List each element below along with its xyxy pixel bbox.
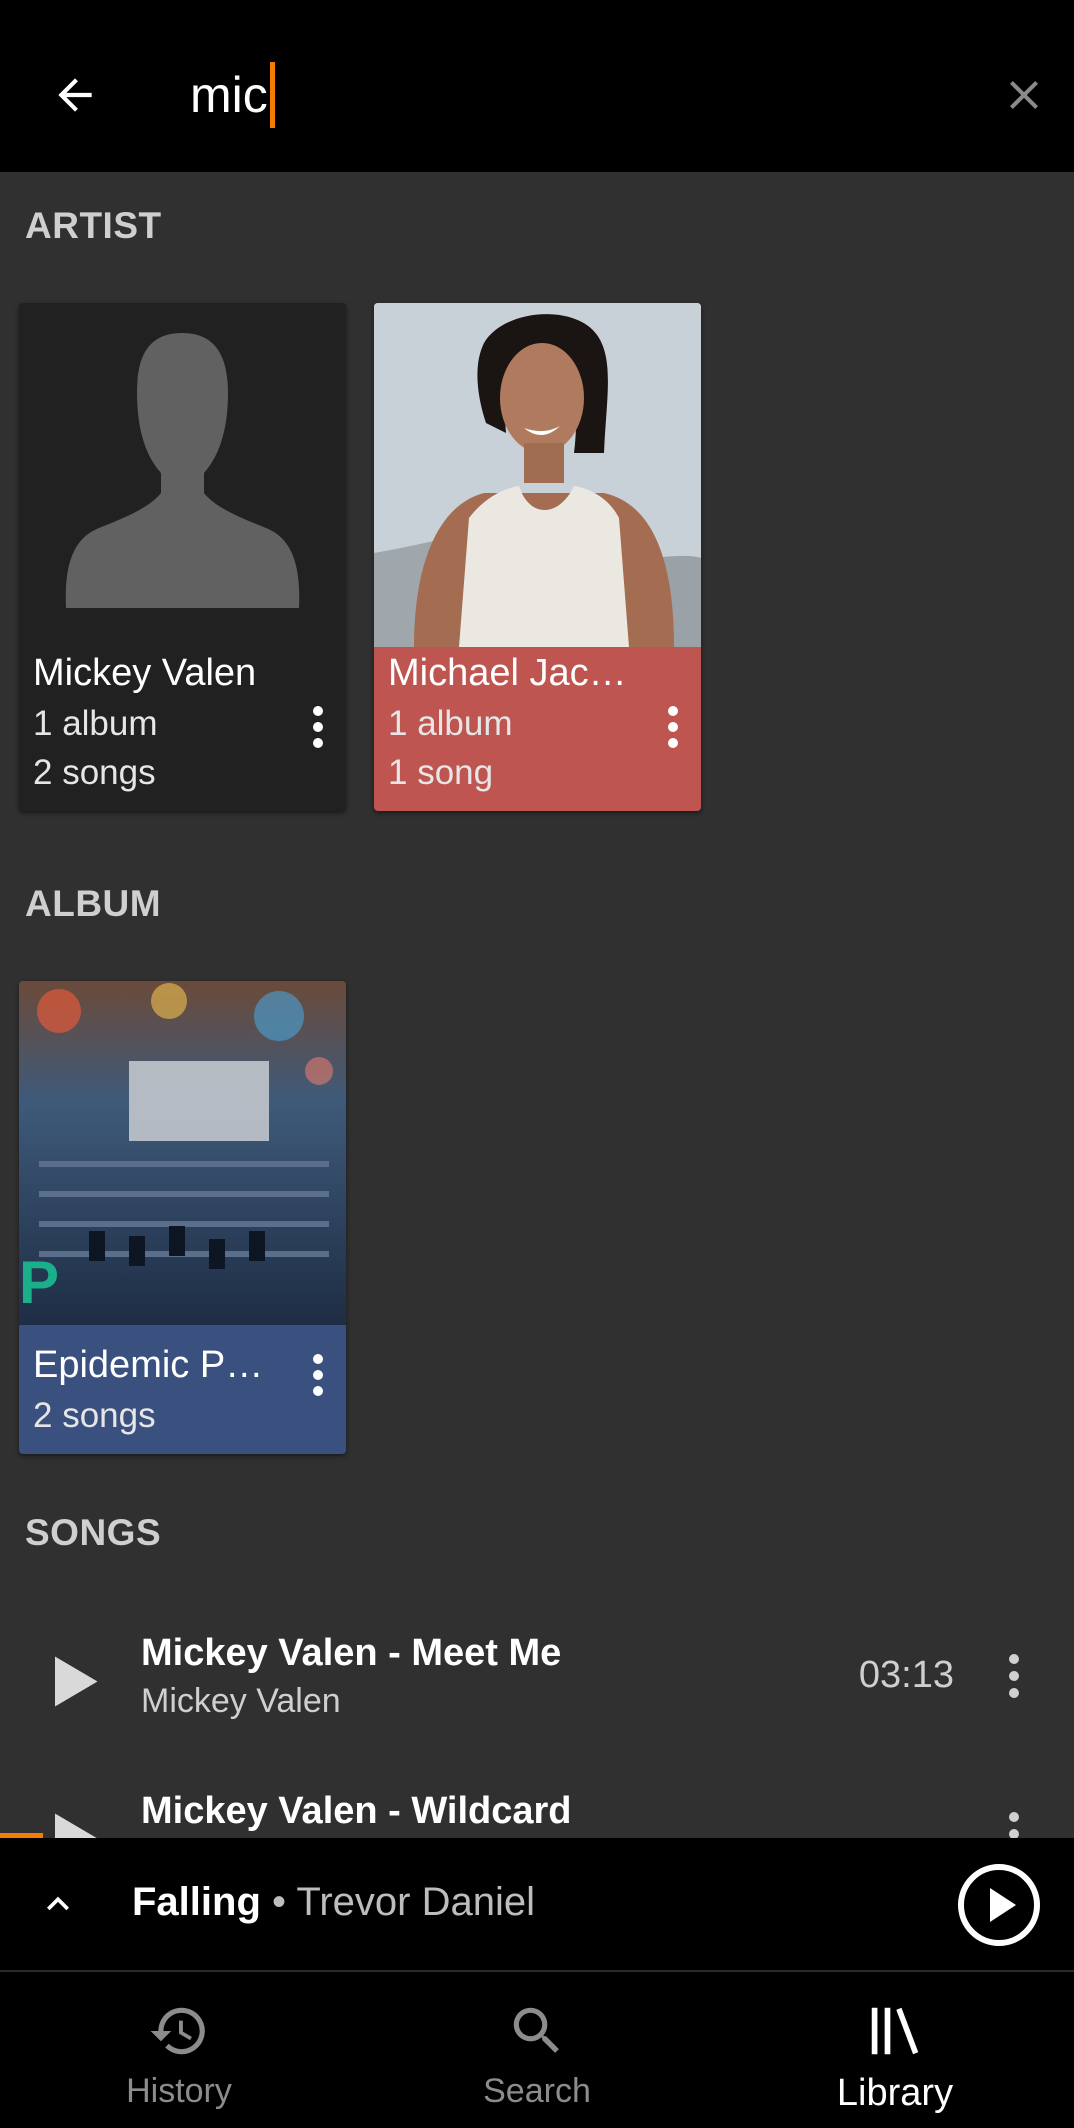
artist-card-mickey-valen[interactable]: Mickey Valen 1 album 2 songs: [19, 303, 346, 811]
more-options-button[interactable]: [298, 697, 338, 757]
section-title-artist: ARTIST: [25, 205, 162, 246]
expand-player-button[interactable]: [28, 1874, 88, 1934]
album-card-info: Epidemic Po… 2 songs: [19, 1325, 346, 1454]
mini-player[interactable]: Falling • Trevor Daniel: [0, 1838, 1074, 1972]
artist-card-info: Michael Jac… 1 album 1 song: [374, 647, 701, 811]
nav-history[interactable]: History: [0, 1974, 358, 2128]
artist-avatar-placeholder: [19, 303, 346, 647]
song-duration: 03:13: [858, 1654, 954, 1696]
more-vert-icon: [1009, 1654, 1019, 1664]
song-row[interactable]: Mickey Valen - Meet Me Mickey Valen 03:1…: [0, 1604, 1074, 1754]
now-playing-separator: •: [260, 1880, 297, 1924]
artist-song-count: 1 song: [388, 753, 494, 792]
more-options-button[interactable]: [298, 1345, 338, 1405]
album-cover-image: P: [19, 981, 346, 1325]
person-silhouette-icon: [65, 333, 300, 608]
nav-library[interactable]: Library: [716, 1974, 1074, 2128]
nav-search-label: Search: [483, 2072, 591, 2110]
album-title: Epidemic Po…: [33, 1344, 283, 1386]
close-icon: [1010, 81, 1038, 109]
song-title: Mickey Valen - Wildcard: [141, 1790, 572, 1832]
more-vert-icon: [1009, 1812, 1019, 1822]
text-cursor: [269, 62, 275, 128]
now-playing-artist: Trevor Daniel: [296, 1880, 535, 1924]
more-vert-icon: [313, 1354, 323, 1364]
song-row[interactable]: Mickey Valen - Wildcard: [0, 1766, 1074, 1838]
bottom-navigation: History Search Library: [0, 1974, 1074, 2128]
search-icon: [504, 1998, 570, 2064]
album-cover: P: [19, 981, 346, 1325]
artist-album-count: 1 album: [33, 704, 158, 743]
history-icon: [146, 1998, 212, 2064]
artist-song-count: 2 songs: [33, 753, 156, 792]
song-more-options-button[interactable]: [994, 1646, 1034, 1706]
album-card-epidemic-pop[interactable]: P Epidemic Po… 2 songs: [19, 981, 346, 1454]
arrow-back-icon: [58, 78, 92, 112]
search-input[interactable]: mic: [190, 60, 970, 130]
now-playing-text[interactable]: Falling • Trevor Daniel: [132, 1880, 535, 1925]
nav-library-label: Library: [836, 2072, 954, 2114]
library-icon: [862, 1998, 928, 2064]
section-title-songs: SONGS: [25, 1512, 162, 1553]
clear-search-button[interactable]: [994, 65, 1054, 125]
play-circle-icon[interactable]: [956, 1862, 1042, 1948]
artist-album-count: 1 album: [388, 704, 513, 743]
artist-name: Michael Jac…: [388, 652, 627, 694]
more-vert-icon: [668, 706, 678, 716]
more-options-button[interactable]: [653, 697, 693, 757]
nav-history-label: History: [126, 2072, 232, 2110]
more-vert-icon: [313, 706, 323, 716]
artist-card-info: Mickey Valen 1 album 2 songs: [19, 647, 346, 811]
search-header: mic: [0, 0, 1074, 172]
back-button[interactable]: [40, 60, 110, 130]
song-title: Mickey Valen - Meet Me: [141, 1632, 562, 1674]
nav-search[interactable]: Search: [358, 1974, 716, 2128]
section-title-album: ALBUM: [25, 883, 162, 924]
play-icon[interactable]: [50, 1654, 100, 1709]
album-song-count: 2 songs: [33, 1396, 156, 1435]
artist-photo-image: [374, 303, 701, 647]
artist-card-michael-jackson[interactable]: Michael Jac… 1 album 1 song: [374, 303, 701, 811]
search-query-text[interactable]: mic: [190, 60, 268, 130]
artist-photo: [374, 303, 701, 647]
search-results[interactable]: ARTIST Mickey Valen 1 album 2 songs Mich…: [0, 172, 1074, 1838]
song-artist: Mickey Valen: [141, 1682, 341, 1720]
chevron-up-icon: [47, 1896, 69, 1911]
now-playing-title: Falling: [132, 1880, 261, 1924]
artist-name: Mickey Valen: [33, 652, 257, 694]
svg-text:P: P: [19, 1249, 59, 1316]
